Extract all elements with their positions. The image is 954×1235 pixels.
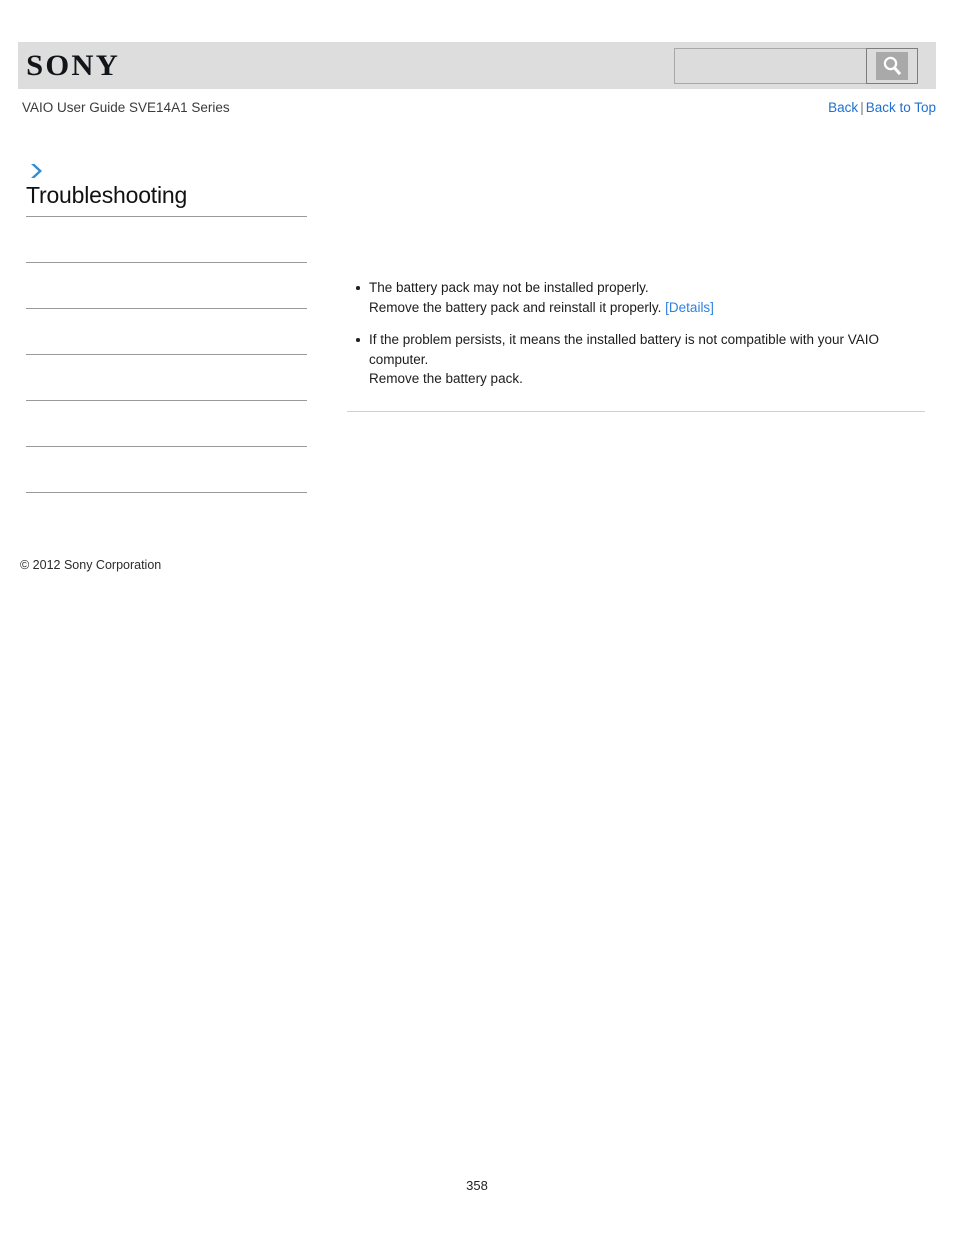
site-header: SONY: [18, 42, 936, 89]
bullet-line-1: If the problem persists, it means the in…: [369, 332, 879, 367]
back-link[interactable]: Back: [828, 100, 858, 115]
page-title: Troubleshooting: [26, 182, 188, 208]
chevron-right-icon[interactable]: [26, 160, 46, 182]
troubleshooting-list: The battery pack may not be installed pr…: [347, 278, 925, 389]
header-nav-links: Back | Back to Top: [828, 100, 936, 115]
search-button[interactable]: [866, 47, 918, 84]
list-item: The battery pack may not be installed pr…: [347, 278, 925, 317]
search-bar: [674, 47, 918, 84]
page-number: 358: [466, 1178, 488, 1193]
copyright-text: © 2012 Sony Corporation: [20, 558, 162, 572]
guide-title: VAIO User Guide SVE14A1 Series: [22, 100, 230, 115]
sidebar-item-3[interactable]: [26, 309, 307, 355]
sony-logo: SONY: [26, 48, 121, 82]
bullet-line-2: Remove the battery pack and reinstall it…: [369, 299, 662, 315]
content-divider: [347, 410, 925, 412]
details-link[interactable]: [Details]: [665, 300, 714, 315]
list-item: If the problem persists, it means the in…: [347, 330, 925, 389]
subheader: VAIO User Guide SVE14A1 Series Back | Back…: [18, 100, 936, 122]
sidebar-item-6[interactable]: [26, 447, 307, 493]
sidebar-item-4[interactable]: [26, 355, 307, 401]
sidebar-item-2[interactable]: [26, 263, 307, 309]
search-icon: [876, 51, 908, 80]
nav-separator: |: [860, 100, 864, 115]
bullet-line-1: The battery pack may not be installed pr…: [369, 280, 649, 295]
search-input[interactable]: [674, 47, 866, 84]
back-to-top-link[interactable]: Back to Top: [866, 100, 936, 115]
sidebar-item-5[interactable]: [26, 401, 307, 447]
sidebar-item-1[interactable]: [26, 217, 307, 263]
sidebar: Troubleshooting: [26, 160, 308, 493]
bullet-line-2: Remove the battery pack.: [369, 371, 523, 386]
main-content: The battery pack may not be installed pr…: [347, 278, 925, 412]
